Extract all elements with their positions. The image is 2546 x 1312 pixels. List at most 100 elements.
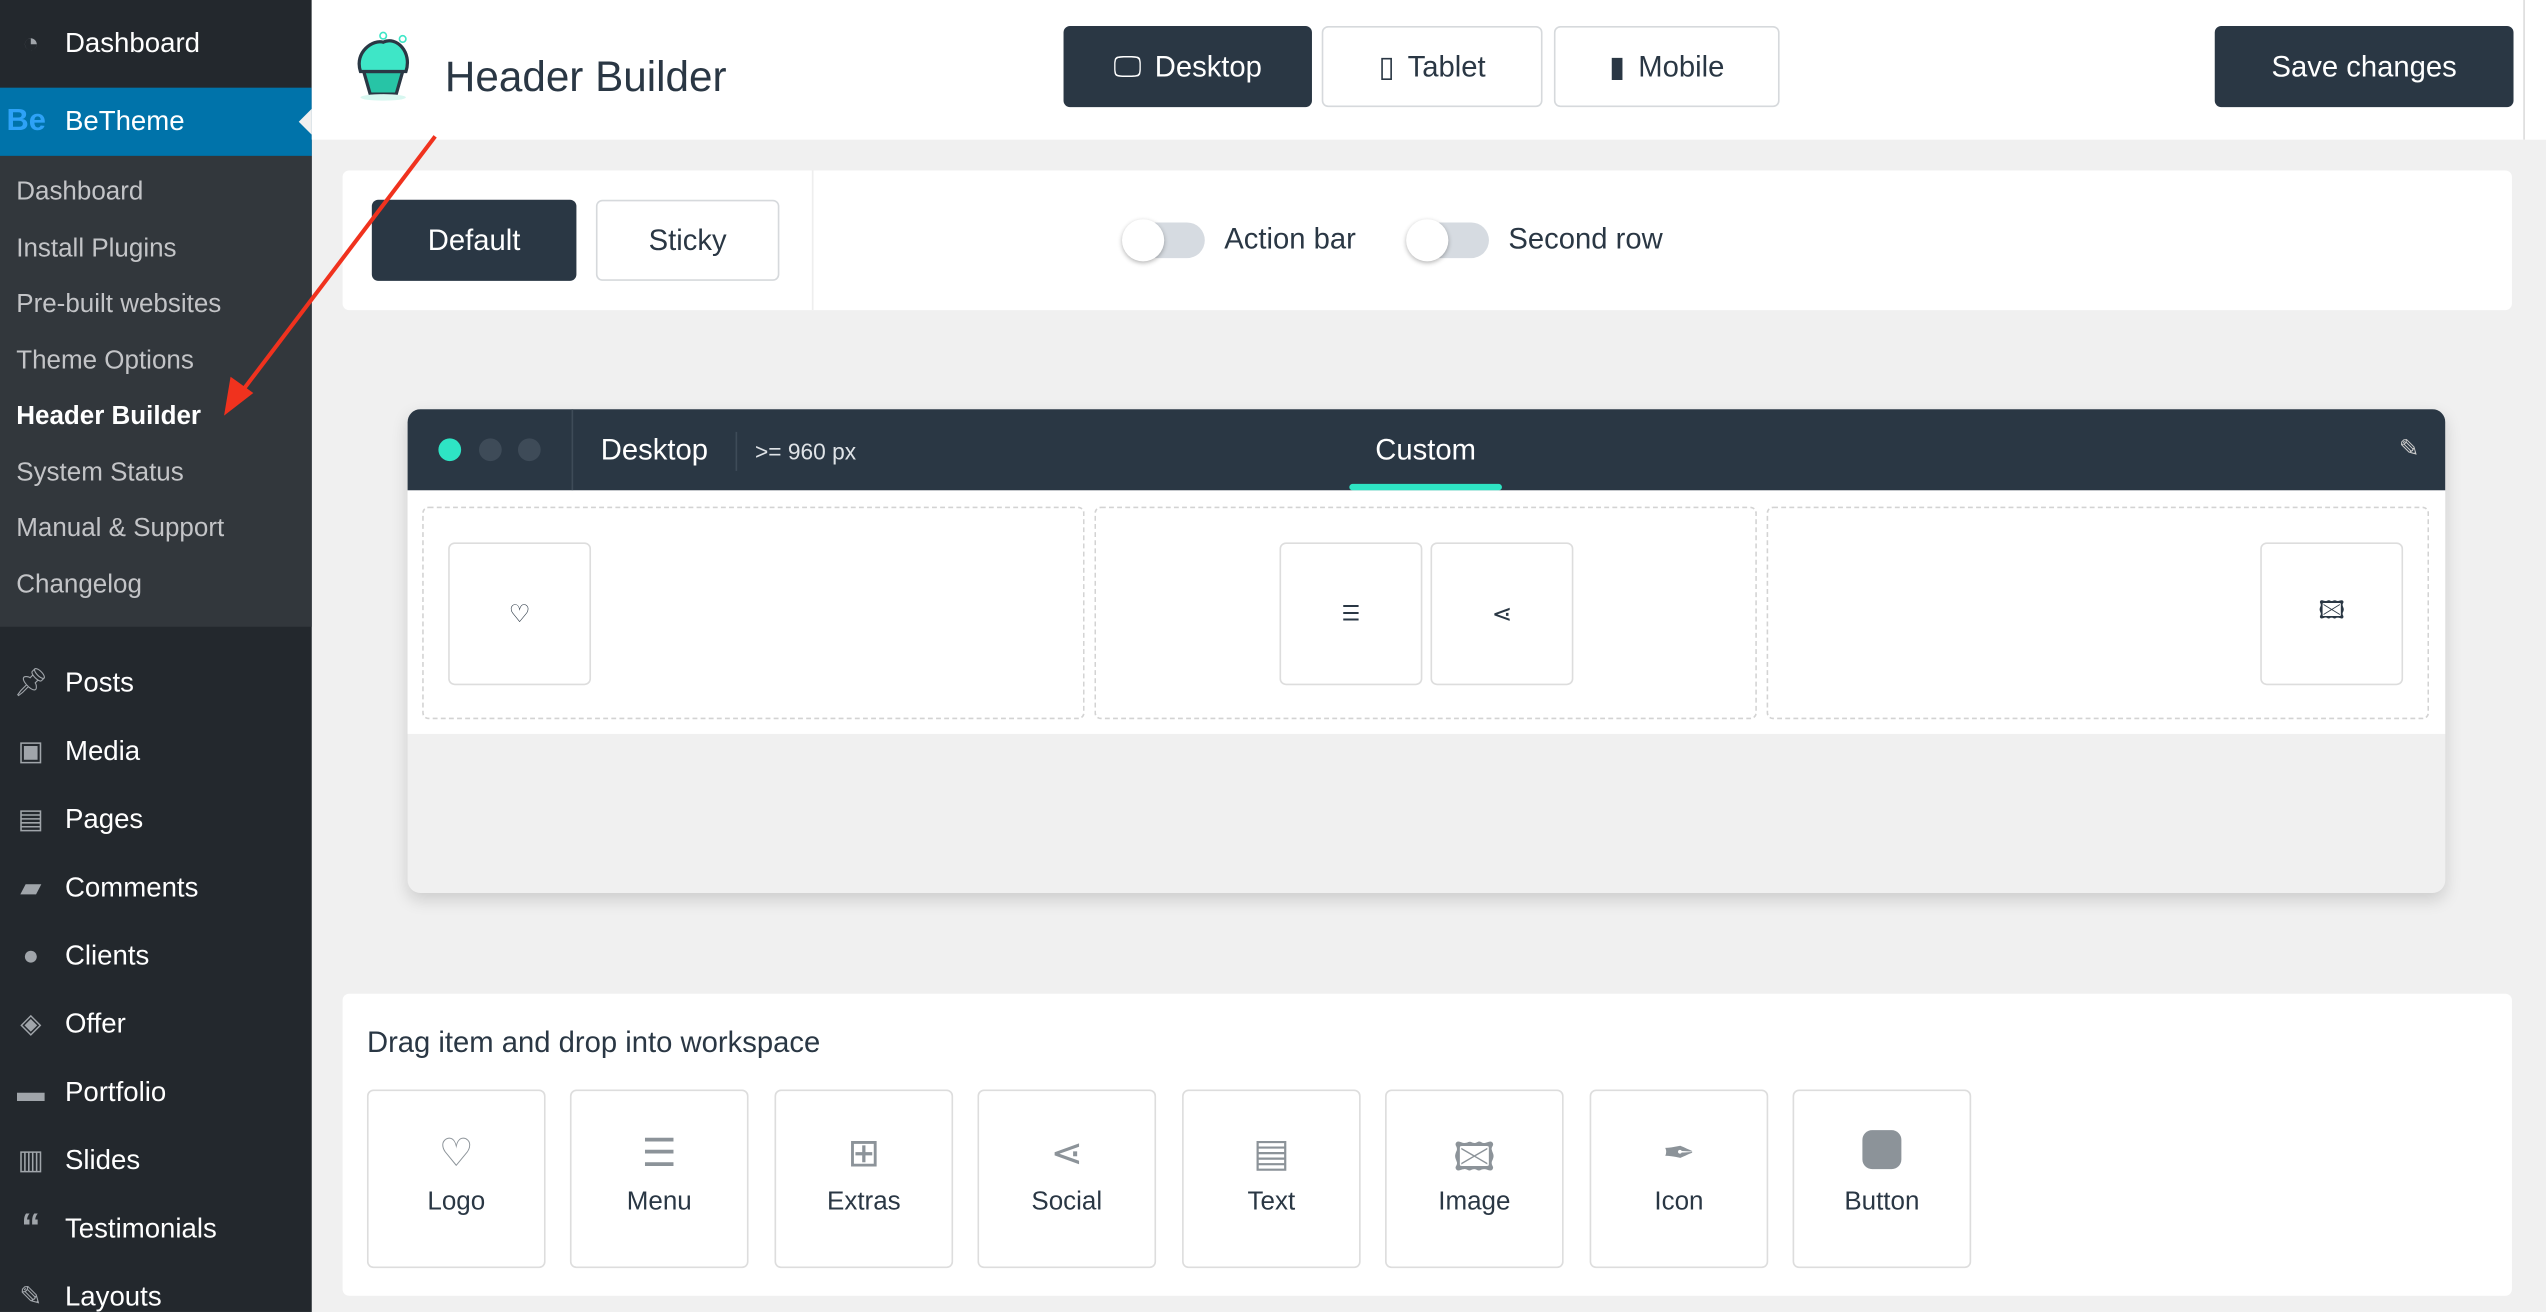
- workspace-preview: Desktop >= 960 px Custom ✎ ♡ ☰ ⋖ 🖾︎: [407, 409, 2446, 894]
- device-mobile-button[interactable]: ▮ Mobile: [1553, 25, 1780, 108]
- sidebar-item-clients[interactable]: ● Clients: [0, 922, 312, 990]
- device-tablet-button[interactable]: ▯ Tablet: [1321, 25, 1543, 108]
- tool-label: Social: [1031, 1188, 1103, 1217]
- tag-icon: ◈: [20, 1008, 42, 1040]
- pin-icon: 📌︎: [13, 667, 49, 699]
- desktop-icon: 🖵︎: [1113, 49, 1142, 82]
- default-mode-button[interactable]: Default: [371, 199, 577, 281]
- tab-label: Custom: [1375, 433, 1476, 467]
- image-icon: 🖾︎: [1453, 1136, 1496, 1181]
- scrollbar[interactable]: [2523, 0, 2546, 140]
- share-icon: ⋖: [1050, 1131, 1084, 1176]
- user-icon: ●: [22, 940, 40, 971]
- sidebar-item-betheme[interactable]: Be BeTheme: [0, 87, 312, 156]
- folder-icon: ▬: [17, 1076, 45, 1108]
- mobile-icon: ▮: [1609, 49, 1626, 82]
- social-item[interactable]: ⋖: [1430, 542, 1574, 686]
- sidebar-item-media[interactable]: ▣ Media: [0, 718, 312, 786]
- header-row: ♡ ☰ ⋖ 🖾︎: [407, 490, 2446, 734]
- sticky-mode-button[interactable]: Sticky: [595, 199, 780, 281]
- menu-item[interactable]: ☰: [1279, 542, 1423, 686]
- tool-label: Text: [1247, 1188, 1296, 1217]
- button-label: Mobile: [1638, 49, 1725, 82]
- quote-icon: “: [21, 1206, 41, 1251]
- tool-image[interactable]: 🖾︎ Image: [1385, 1089, 1564, 1269]
- heart-icon: ♡: [508, 600, 531, 629]
- edit-pencil-icon[interactable]: ✎: [2399, 434, 2419, 463]
- right-drop-zone[interactable]: 🖾︎: [1766, 506, 2430, 720]
- second-row-label: Second row: [1508, 222, 1663, 255]
- sidebar-item-dashboard[interactable]: ◔ Dashboard: [0, 0, 312, 88]
- sidebar-label: Slides: [64, 1144, 141, 1176]
- sidebar-label: Comments: [64, 871, 199, 903]
- breakpoint-label: >= 960 px: [755, 438, 857, 465]
- tool-label: Button: [1844, 1188, 1920, 1217]
- tool-label: Logo: [427, 1188, 486, 1217]
- comment-icon: ▰: [20, 871, 42, 903]
- submenu-install-plugins[interactable]: Install Plugins: [0, 222, 312, 278]
- workspace-device-label: Desktop: [600, 433, 709, 467]
- device-desktop-button[interactable]: 🖵︎ Desktop: [1063, 25, 1312, 108]
- status-dot: [478, 438, 502, 462]
- sidebar-label: Pages: [64, 803, 144, 835]
- sidebar-item-slides[interactable]: ▥ Slides: [0, 1127, 312, 1195]
- submenu-manual-support[interactable]: Manual & Support: [0, 502, 312, 558]
- tool-extras[interactable]: ⊞ Extras: [774, 1089, 954, 1269]
- tab-custom[interactable]: Custom: [1349, 409, 1502, 491]
- submenu-changelog[interactable]: Changelog: [0, 558, 312, 614]
- tool-social[interactable]: ⋖ Social: [977, 1089, 1157, 1269]
- tool-text[interactable]: ▤ Text: [1182, 1089, 1361, 1269]
- left-drop-zone[interactable]: ♡: [422, 506, 1085, 720]
- sidebar-label: Dashboard: [64, 27, 200, 59]
- rounded-square-icon: [1794, 1130, 1969, 1179]
- button-label: Desktop: [1154, 49, 1262, 82]
- feather-icon: ✒: [1662, 1131, 1696, 1176]
- tool-icon[interactable]: ✒ Icon: [1589, 1089, 1769, 1269]
- toolbox-title: Drag item and drop into workspace: [366, 1026, 821, 1059]
- sidebar-label: BeTheme: [64, 105, 185, 137]
- plus-square-icon: ⊞: [847, 1131, 881, 1176]
- sidebar-label: Portfolio: [64, 1076, 167, 1108]
- tool-button[interactable]: Button: [1792, 1089, 1972, 1269]
- sidebar-item-portfolio[interactable]: ▬ Portfolio: [0, 1059, 312, 1127]
- admin-sidebar: ◔ Dashboard Be BeTheme Dashboard Install P…: [0, 0, 312, 1312]
- brush-icon: ✎: [19, 1281, 43, 1312]
- slides-icon: ▥: [17, 1144, 44, 1176]
- workspace-toolbar: Desktop >= 960 px Custom ✎: [407, 409, 2446, 491]
- submenu-dashboard[interactable]: Dashboard: [0, 166, 312, 222]
- list-icon: ☰: [1341, 600, 1361, 626]
- submenu-header-builder[interactable]: Header Builder: [0, 390, 312, 446]
- sidebar-item-pages[interactable]: ▤ Pages: [0, 786, 312, 854]
- toolbox-panel: Drag item and drop into workspace ♡ Logo …: [342, 993, 2512, 1296]
- sidebar-label: Media: [64, 735, 141, 767]
- sidebar-label: Posts: [64, 667, 135, 699]
- sidebar-item-comments[interactable]: ▰ Comments: [0, 854, 312, 922]
- submenu-prebuilt-websites[interactable]: Pre-built websites: [0, 278, 312, 334]
- sidebar-item-offer[interactable]: ◈ Offer: [0, 990, 312, 1058]
- sidebar-label: Testimonials: [64, 1212, 217, 1244]
- tool-menu[interactable]: ☰ Menu: [569, 1089, 749, 1269]
- submenu-theme-options[interactable]: Theme Options: [0, 334, 312, 390]
- media-icon: ▣: [17, 735, 44, 767]
- status-dot: [517, 438, 541, 462]
- image-icon: 🖾︎: [2318, 596, 2345, 625]
- second-row-toggle[interactable]: [1406, 219, 1489, 262]
- center-drop-zone[interactable]: ☰ ⋖: [1094, 506, 1757, 720]
- save-changes-button[interactable]: Save changes: [2214, 25, 2514, 108]
- tool-logo[interactable]: ♡ Logo: [366, 1089, 546, 1269]
- submenu-system-status[interactable]: System Status: [0, 446, 312, 502]
- dashboard-icon: ◔: [22, 27, 40, 59]
- document-icon: ▤: [1252, 1131, 1290, 1176]
- sidebar-item-posts[interactable]: 📌︎ Posts: [0, 649, 312, 717]
- cupcake-logo-icon: [357, 31, 409, 101]
- action-bar-toggle[interactable]: [1121, 219, 1205, 262]
- divider: [735, 431, 738, 471]
- image-item[interactable]: 🖾︎: [2260, 542, 2404, 686]
- tool-label: Menu: [626, 1188, 692, 1217]
- sidebar-item-testimonials[interactable]: “ Testimonials: [0, 1195, 312, 1263]
- betheme-submenu: Dashboard Install Plugins Pre-built webs…: [0, 155, 312, 627]
- logo-item[interactable]: ♡: [448, 542, 592, 686]
- sidebar-item-layouts[interactable]: ✎ Layouts: [0, 1263, 312, 1312]
- status-dot: [438, 438, 462, 462]
- tool-label: Image: [1438, 1188, 1511, 1217]
